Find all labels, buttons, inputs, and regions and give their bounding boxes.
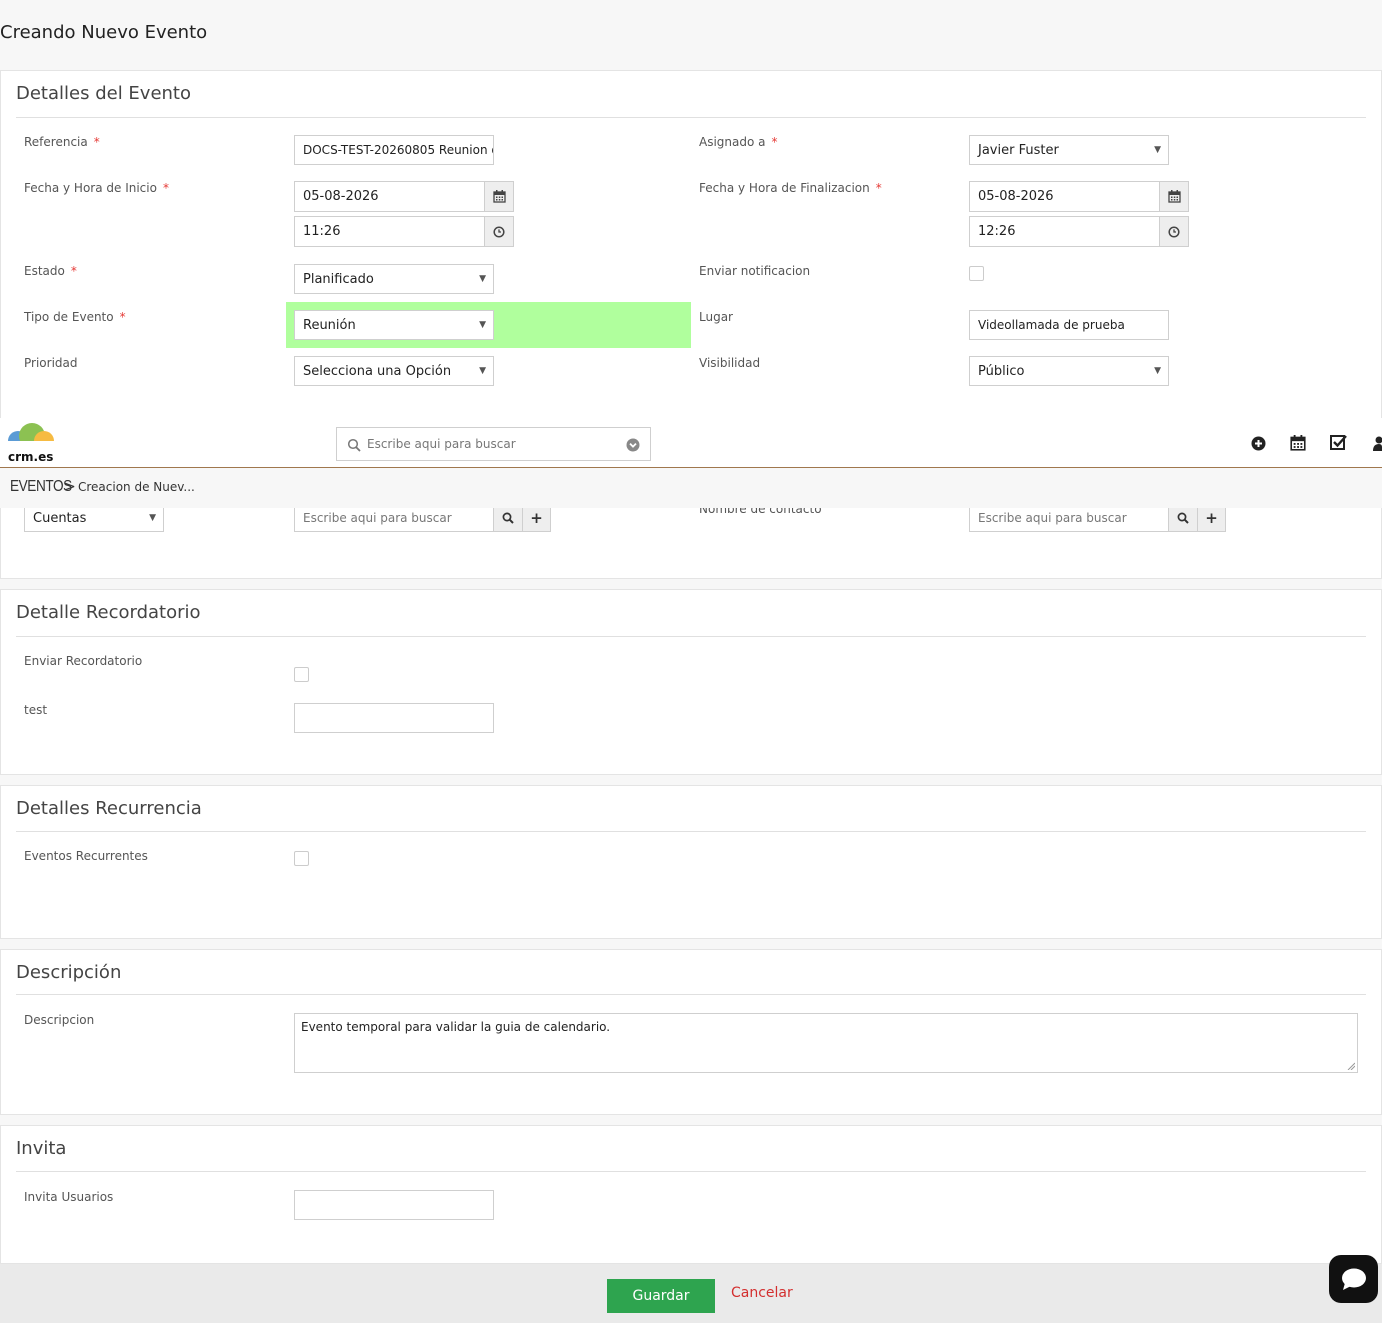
tipo-value: Reunión bbox=[303, 317, 356, 333]
section-title: Detalles Recurrencia bbox=[16, 798, 202, 819]
calendar-icon[interactable] bbox=[484, 181, 514, 212]
lugar-input[interactable]: Videollamada de prueba bbox=[969, 310, 1169, 340]
lugar-label: Lugar bbox=[699, 310, 733, 324]
section-title: Detalle Recordatorio bbox=[16, 602, 201, 623]
asignado-value: Javier Fuster bbox=[978, 142, 1059, 158]
recurrentes-checkbox[interactable] bbox=[294, 851, 309, 866]
recurrentes-label: Eventos Recurrentes bbox=[24, 849, 148, 863]
section-title: Descripción bbox=[16, 962, 122, 983]
save-button[interactable]: Guardar bbox=[607, 1279, 715, 1313]
estado-value: Planificado bbox=[303, 271, 374, 287]
descripcion-value: Evento temporal para validar la guia de … bbox=[301, 1020, 611, 1034]
visibilidad-value: Público bbox=[978, 363, 1025, 379]
relacion-module-select[interactable]: Cuentas ▼ bbox=[24, 504, 164, 532]
caret-down-icon: ▼ bbox=[479, 366, 486, 376]
logo-text: crm.es bbox=[8, 450, 54, 464]
contacto-search-input[interactable]: Escribe aqui para buscar bbox=[969, 504, 1169, 532]
caret-down-icon: ▼ bbox=[1154, 366, 1161, 376]
tipo-select[interactable]: Reunión ▼ bbox=[294, 310, 494, 340]
test-label: test bbox=[24, 703, 48, 717]
global-search-input[interactable]: Escribe aqui para buscar bbox=[336, 427, 651, 461]
inicio-date-input[interactable]: 05-08-2026 bbox=[294, 181, 485, 212]
descripcion-label: Descripcion bbox=[24, 1013, 95, 1027]
invita-label: Invita Usuarios bbox=[24, 1190, 114, 1204]
invite-card: Invita bbox=[0, 1125, 1382, 1264]
clock-icon[interactable] bbox=[484, 216, 514, 247]
calendar-icon[interactable] bbox=[1159, 181, 1189, 212]
plus-icon[interactable]: + bbox=[522, 504, 551, 532]
cloud-logo-icon bbox=[8, 423, 54, 451]
recurrence-card: Detalles Recurrencia bbox=[0, 785, 1382, 939]
inicio-label: Fecha y Hora de Inicio * bbox=[24, 181, 169, 195]
clock-icon[interactable] bbox=[1159, 216, 1189, 247]
section-title: Invita bbox=[16, 1138, 67, 1159]
inicio-time-input[interactable]: 11:26 bbox=[294, 216, 485, 247]
invita-input[interactable] bbox=[294, 1190, 494, 1220]
divider bbox=[16, 994, 1366, 995]
task-check-icon[interactable] bbox=[1330, 434, 1348, 455]
search-icon bbox=[347, 438, 361, 455]
breadcrumb-current: Creacion de Nuev... bbox=[78, 480, 195, 494]
caret-down-icon: ▼ bbox=[479, 320, 486, 330]
visibilidad-label: Visibilidad bbox=[699, 356, 761, 370]
relacion-module-value: Cuentas bbox=[33, 510, 87, 526]
referencia-input[interactable]: DOCS-TEST-20260805 Reunion d bbox=[294, 135, 494, 165]
resize-handle-icon[interactable] bbox=[1347, 1062, 1355, 1070]
lugar-value: Videollamada de prueba bbox=[978, 318, 1125, 332]
top-navbar: crm.es Escribe aqui para buscar bbox=[0, 418, 1382, 468]
prioridad-select[interactable]: Selecciona una Opción ▼ bbox=[294, 356, 494, 386]
inicio-time-value: 11:26 bbox=[303, 224, 341, 239]
page-title: Creando Nuevo Evento bbox=[0, 22, 208, 43]
fin-time-value: 12:26 bbox=[978, 224, 1016, 239]
breadcrumb-module[interactable]: EVENTOS bbox=[10, 478, 72, 496]
reminder-card: Detalle Recordatorio bbox=[0, 589, 1382, 775]
caret-down-icon: ▼ bbox=[149, 513, 156, 523]
estado-select[interactable]: Planificado ▼ bbox=[294, 264, 494, 294]
fin-date-input[interactable]: 05-08-2026 bbox=[969, 181, 1160, 212]
global-search-placeholder: Escribe aqui para buscar bbox=[367, 437, 516, 451]
plus-icon[interactable]: + bbox=[1197, 504, 1226, 532]
enviar-recordatorio-checkbox[interactable] bbox=[294, 667, 309, 682]
calendar-icon[interactable] bbox=[1290, 435, 1306, 455]
notificacion-label: Enviar notificacion bbox=[699, 264, 811, 278]
fin-time-input[interactable]: 12:26 bbox=[969, 216, 1160, 247]
user-icon[interactable] bbox=[1372, 435, 1382, 455]
breadcrumb: EVENTOS > Creacion de Nuev... bbox=[0, 468, 1382, 508]
referencia-label: Referencia * bbox=[24, 135, 100, 149]
prioridad-label: Prioridad bbox=[24, 356, 78, 370]
fin-label: Fecha y Hora de Finalizacion * bbox=[699, 181, 882, 195]
inicio-date-value: 05-08-2026 bbox=[303, 189, 379, 204]
visibilidad-select[interactable]: Público ▼ bbox=[969, 356, 1169, 386]
asignado-label: Asignado a * bbox=[699, 135, 778, 149]
divider bbox=[16, 636, 1366, 637]
fin-date-value: 05-08-2026 bbox=[978, 189, 1054, 204]
prioridad-value: Selecciona una Opción bbox=[303, 363, 452, 379]
search-icon[interactable] bbox=[1168, 504, 1198, 532]
breadcrumb-separator: > bbox=[64, 479, 76, 495]
chevron-down-circle-icon[interactable] bbox=[626, 438, 640, 455]
caret-down-icon: ▼ bbox=[479, 274, 486, 284]
divider bbox=[16, 1171, 1366, 1172]
search-icon[interactable] bbox=[493, 504, 523, 532]
crm-logo[interactable]: crm.es bbox=[6, 423, 56, 465]
chat-button[interactable] bbox=[1329, 1255, 1378, 1303]
divider bbox=[16, 117, 1366, 118]
referencia-value: DOCS-TEST-20260805 Reunion d bbox=[303, 143, 494, 157]
tipo-label: Tipo de Evento * bbox=[24, 310, 126, 324]
cancel-link[interactable]: Cancelar bbox=[731, 1285, 793, 1301]
contacto-placeholder: Escribe aqui para buscar bbox=[978, 511, 1127, 525]
estado-label: Estado * bbox=[24, 264, 77, 278]
divider bbox=[16, 831, 1366, 832]
asignado-select[interactable]: Javier Fuster ▼ bbox=[969, 135, 1169, 165]
notificacion-checkbox[interactable] bbox=[969, 266, 984, 281]
add-circle-icon[interactable] bbox=[1251, 436, 1266, 455]
enviar-recordatorio-label: Enviar Recordatorio bbox=[24, 654, 143, 668]
section-title: Detalles del Evento bbox=[16, 83, 191, 104]
descripcion-textarea[interactable]: Evento temporal para validar la guia de … bbox=[294, 1013, 1358, 1073]
caret-down-icon: ▼ bbox=[1154, 145, 1161, 155]
relacion-placeholder: Escribe aqui para buscar bbox=[303, 511, 452, 525]
relacion-search-input[interactable]: Escribe aqui para buscar bbox=[294, 504, 494, 532]
chat-bubble-icon bbox=[1341, 1268, 1366, 1290]
test-input[interactable] bbox=[294, 703, 494, 733]
